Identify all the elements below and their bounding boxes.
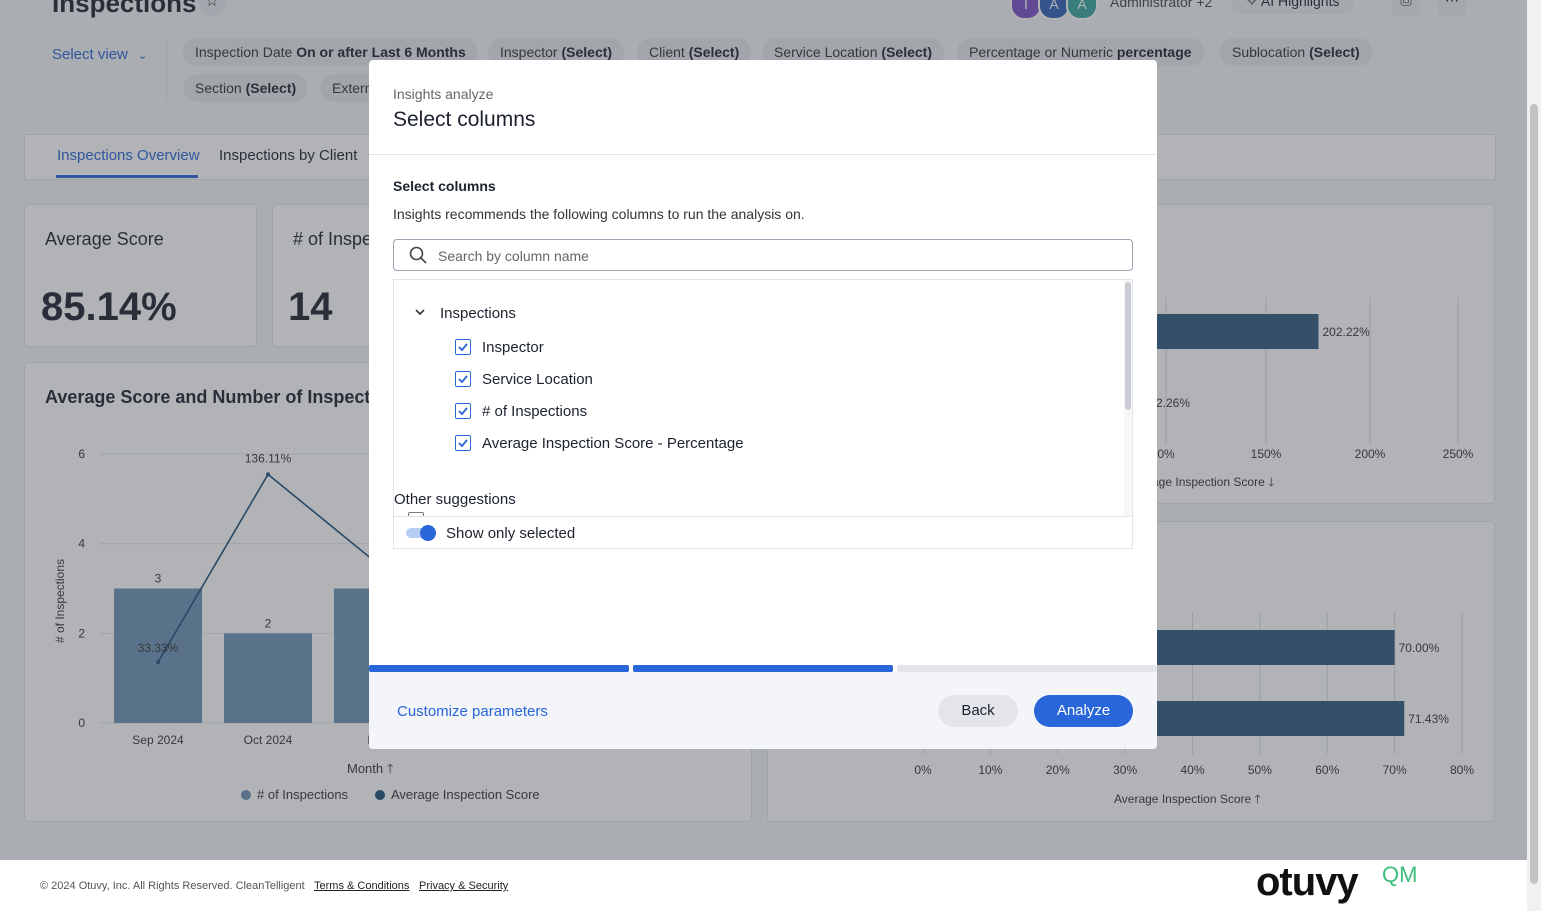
toggle-label[interactable]: Show only selected [446, 525, 575, 542]
list-scroll-thumb[interactable] [1125, 282, 1131, 410]
customize-parameters-link[interactable]: Customize parameters [397, 703, 548, 720]
show-only-selected-toggle[interactable] [406, 525, 436, 541]
checkbox-inspector[interactable] [455, 339, 471, 355]
dialog-footer: Customize parameters Back Analyze [369, 672, 1157, 749]
column-label[interactable]: # of Inspections [482, 403, 587, 420]
progress-step [897, 665, 1157, 672]
column-label[interactable]: Service Location [482, 371, 593, 388]
check-icon [458, 407, 468, 416]
checkbox-num-inspections[interactable] [455, 403, 471, 419]
progress-step [369, 665, 629, 672]
terms-link[interactable]: Terms & Conditions [314, 880, 409, 892]
progress-step [633, 665, 893, 672]
check-icon [458, 343, 468, 352]
divider [369, 154, 1157, 155]
group-label-inspections[interactable]: Inspections [440, 305, 516, 322]
analyze-button[interactable]: Analyze [1034, 695, 1133, 727]
qm-logo-suffix: QM [1382, 862, 1418, 887]
check-icon [458, 439, 468, 448]
section-description: Insights recommends the following column… [393, 206, 805, 222]
otuvy-logo: otuvy [1256, 860, 1359, 904]
search-icon [409, 246, 427, 264]
column-label[interactable]: Average Inspection Score - Percentage [482, 435, 744, 452]
dialog-subtitle: Insights analyze [393, 86, 494, 102]
dialog-title: Select columns [393, 108, 536, 131]
checkbox-service-location[interactable] [455, 371, 471, 387]
privacy-link[interactable]: Privacy & Security [419, 880, 508, 892]
back-button[interactable]: Back [938, 695, 1018, 727]
toggle-knob [420, 525, 436, 541]
select-columns-dialog: Insights analyze Select columns Select c… [369, 60, 1157, 749]
column-list: Inspections Inspector Service Location #… [393, 279, 1133, 549]
other-suggestions-heading: Other suggestions [394, 491, 516, 508]
section-title: Select columns [393, 178, 496, 194]
column-search[interactable] [393, 239, 1133, 271]
page-scroll-thumb[interactable] [1530, 104, 1538, 884]
show-only-selected-row: Show only selected [394, 516, 1132, 548]
column-label[interactable]: Inspector [482, 339, 544, 356]
chevron-down-icon[interactable] [414, 306, 426, 321]
check-icon [458, 375, 468, 384]
checkbox-average-inspection-score[interactable] [455, 435, 471, 451]
copyright-text: © 2024 Otuvy, Inc. All Rights Reserved. … [40, 880, 305, 892]
search-input[interactable] [438, 245, 1118, 267]
